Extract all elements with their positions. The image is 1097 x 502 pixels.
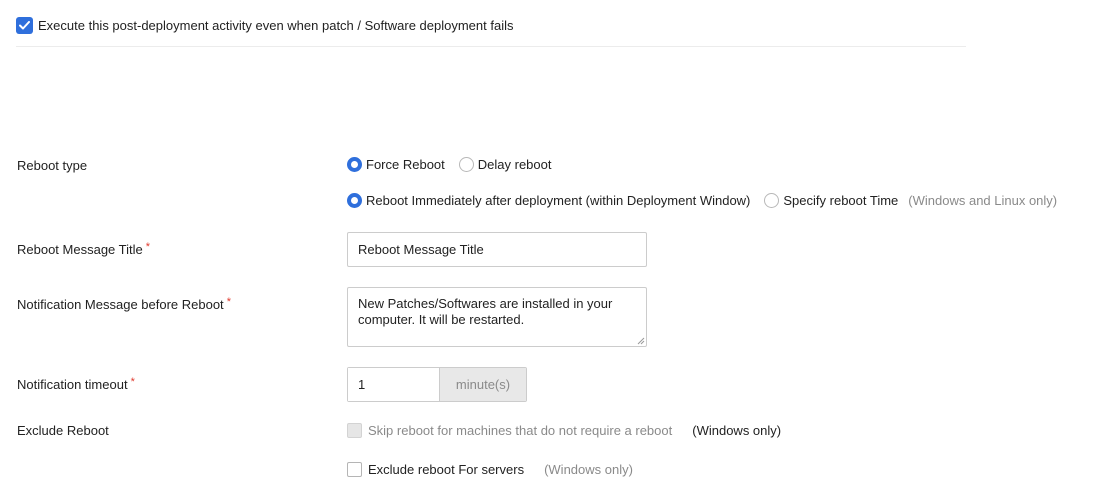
section-divider: [16, 46, 966, 47]
post-deployment-label: Execute this post-deployment activity ev…: [38, 18, 514, 33]
delay-reboot-label[interactable]: Delay reboot: [478, 157, 552, 172]
specify-reboot-time-label[interactable]: Specify reboot Time: [783, 193, 898, 208]
notification-message-text: Notification Message before Reboot: [17, 297, 224, 312]
reboot-message-title-label: Reboot Message Title *: [17, 241, 151, 257]
reboot-immediately-label[interactable]: Reboot Immediately after deployment (wit…: [366, 193, 750, 208]
reboot-timing-radio-group: Reboot Immediately after deployment (wit…: [347, 193, 1057, 208]
notification-timeout-label: Notification timeout *: [17, 376, 135, 392]
required-mark: *: [145, 241, 151, 253]
reboot-message-title-text: Reboot Message Title: [17, 242, 143, 257]
post-deployment-option[interactable]: Execute this post-deployment activity ev…: [16, 17, 513, 34]
reboot-type-label: Reboot type: [17, 158, 88, 173]
reboot-message-title-input[interactable]: Reboot Message Title: [347, 232, 647, 267]
specify-reboot-time-radio[interactable]: [764, 193, 780, 208]
reboot-type-radio-group: Force Reboot Delay reboot: [347, 157, 565, 172]
required-mark: *: [226, 296, 231, 308]
timeout-unit-addon: minute(s): [439, 368, 526, 401]
resize-grip-icon[interactable]: [637, 337, 645, 345]
force-reboot-label[interactable]: Force Reboot: [366, 157, 445, 172]
notification-message-textarea[interactable]: New Patches/Softwares are installed in y…: [347, 287, 647, 347]
skip-reboot-label: Skip reboot for machines that do not req…: [368, 423, 673, 438]
notification-timeout-field: 1 minute(s): [347, 367, 527, 402]
post-deployment-checkbox[interactable]: [16, 17, 33, 34]
exclude-servers-checkbox[interactable]: [347, 462, 362, 477]
checkmark-icon: [19, 21, 30, 30]
skip-reboot-note: (Windows only): [692, 423, 782, 438]
skip-reboot-checkbox: [347, 423, 362, 438]
force-reboot-radio[interactable]: [347, 157, 362, 172]
exclude-reboot-label: Exclude Reboot: [17, 423, 109, 438]
required-mark: *: [130, 376, 135, 388]
exclude-servers-label[interactable]: Exclude reboot For servers: [368, 462, 524, 477]
reboot-immediately-radio[interactable]: [347, 193, 362, 208]
notification-timeout-text: Notification timeout: [17, 377, 128, 392]
exclude-servers-note: (Windows only): [544, 462, 633, 477]
notification-message-label: Notification Message before Reboot *: [17, 296, 231, 312]
notification-timeout-input[interactable]: 1: [348, 368, 439, 401]
reboot-timing-note: (Windows and Linux only): [908, 193, 1058, 208]
notification-message-value: New Patches/Softwares are installed in y…: [358, 296, 613, 327]
reboot-message-title-value: Reboot Message Title: [358, 242, 484, 257]
skip-reboot-option: Skip reboot for machines that do not req…: [347, 423, 781, 438]
exclude-servers-option[interactable]: Exclude reboot For servers (Windows only…: [347, 462, 633, 477]
delay-reboot-radio[interactable]: [458, 157, 474, 172]
